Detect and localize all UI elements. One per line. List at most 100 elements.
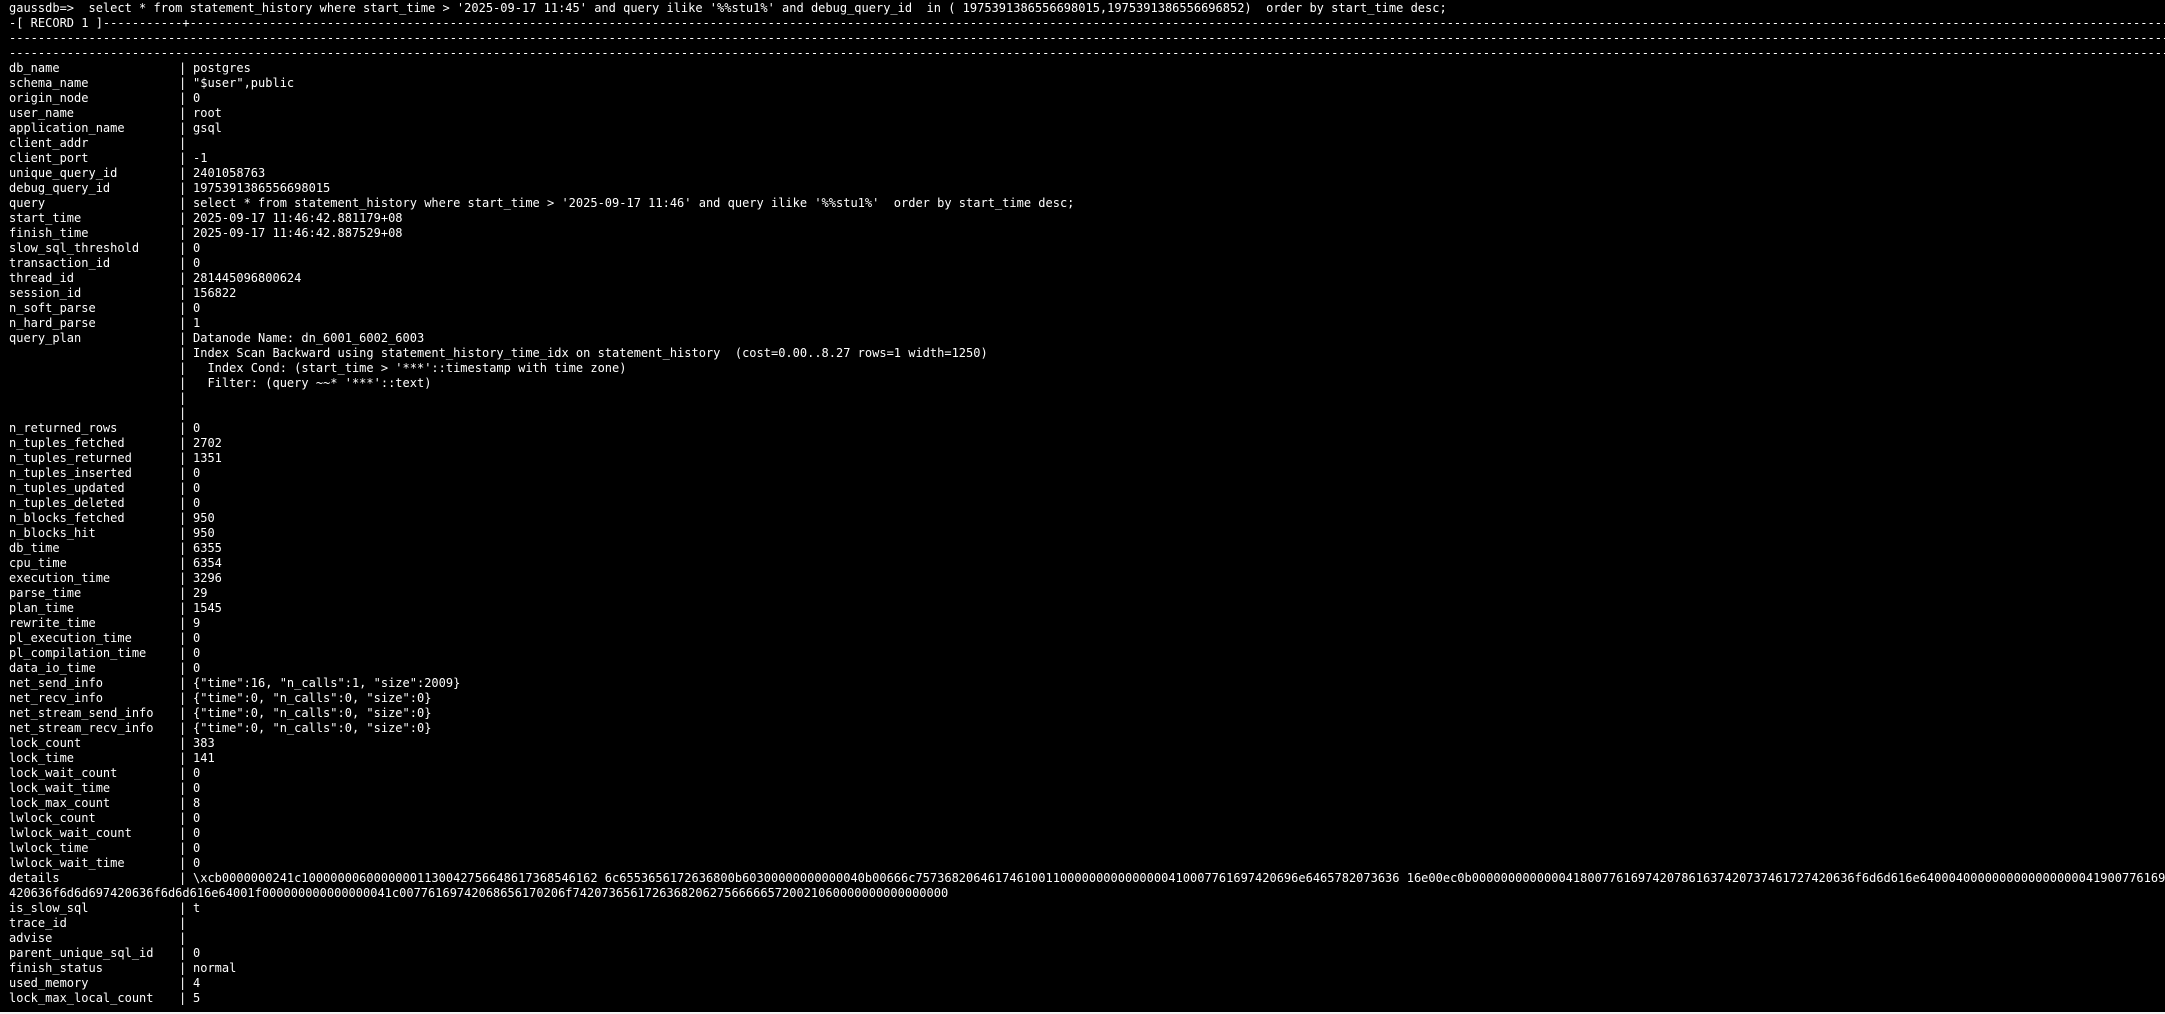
- column-separator: |: [179, 976, 194, 990]
- column-separator: |: [179, 481, 194, 495]
- field-value: 0: [193, 421, 201, 435]
- query-plan-line: | Index Scan Backward using statement_hi…: [9, 346, 2165, 361]
- column-separator: |: [179, 76, 194, 90]
- field-name: execution_time: [9, 571, 111, 585]
- field-value: 0: [193, 841, 201, 855]
- field-value: 156822: [193, 286, 237, 300]
- field-row: lock_count | 383: [9, 736, 2165, 751]
- field-value: 950: [193, 526, 215, 540]
- field-value: {"time":0, "n_calls":0, "size":0}: [193, 706, 432, 720]
- column-separator: |: [179, 811, 194, 825]
- column-separator: |: [179, 256, 194, 270]
- field-name: cpu_time: [9, 556, 67, 570]
- field-name: parse_time: [9, 586, 82, 600]
- field-row: session_id | 156822: [9, 286, 2165, 301]
- column-separator: |: [179, 676, 194, 690]
- field-name: net_send_info: [9, 676, 103, 690]
- query-plan-line: |: [9, 391, 2165, 406]
- field-row: debug_query_id | 1975391386556698015: [9, 181, 2165, 196]
- column-separator: |: [179, 631, 194, 645]
- field-row: lock_max_local_count | 5: [9, 991, 2165, 1006]
- field-value: 0: [193, 631, 201, 645]
- field-value: "$user",public: [193, 76, 295, 90]
- column-separator: |: [179, 286, 194, 300]
- field-row: lock_max_count | 8: [9, 796, 2165, 811]
- field-row: origin_node | 0: [9, 91, 2165, 106]
- field-name: lock_time: [9, 751, 75, 765]
- field-name: details: [9, 871, 60, 885]
- field-row: details | \xcb0000000241c1000000060000000…: [9, 871, 2165, 886]
- field-value: 6354: [193, 556, 222, 570]
- field-row: trace_id |: [9, 916, 2165, 931]
- field-row: n_hard_parse | 1: [9, 316, 2165, 331]
- field-name-empty: [9, 391, 179, 406]
- field-value: 383: [193, 736, 215, 750]
- field-name: net_recv_info: [9, 691, 103, 705]
- query-plan-text: Filter: (query ~~* '***'::text): [193, 376, 432, 390]
- field-row: finish_time | 2025-09-17 11:46:42.887529+…: [9, 226, 2165, 241]
- record-fields: is_slow_sql | t trace_id | advise | parent_u…: [9, 901, 2165, 1006]
- terminal-window[interactable]: gaussdb=> select * from statement_histor…: [0, 0, 2165, 1012]
- field-row: is_slow_sql | t: [9, 901, 2165, 916]
- field-value: t: [193, 901, 201, 915]
- column-separator: |: [179, 571, 194, 585]
- field-row: start_time | 2025-09-17 11:46:42.881179+0…: [9, 211, 2165, 226]
- field-value: 0: [193, 466, 201, 480]
- column-separator: |: [179, 841, 194, 855]
- field-value: 1351: [193, 451, 222, 465]
- column-separator: |: [179, 931, 194, 945]
- field-row: pl_execution_time | 0: [9, 631, 2165, 646]
- field-value: 9: [193, 616, 201, 630]
- field-name: n_blocks_fetched: [9, 511, 125, 525]
- field-value: 0: [193, 811, 201, 825]
- column-separator: |: [179, 301, 194, 315]
- field-name: slow_sql_threshold: [9, 241, 140, 255]
- field-name: lock_wait_count: [9, 766, 118, 780]
- field-value: 0: [193, 661, 201, 675]
- column-separator: |: [179, 616, 194, 630]
- column-separator: |: [179, 436, 194, 450]
- field-name: pl_execution_time: [9, 631, 132, 645]
- column-separator: |: [179, 691, 194, 705]
- field-name: n_tuples_updated: [9, 481, 125, 495]
- column-separator: |: [179, 871, 194, 885]
- field-name: lwlock_wait_time: [9, 856, 125, 870]
- column-separator: |: [179, 916, 194, 930]
- field-value: 0: [193, 496, 201, 510]
- field-row: net_stream_send_info | {"time":0, "n_call…: [9, 706, 2165, 721]
- field-row: thread_id | 281445096800624: [9, 271, 2165, 286]
- field-row: n_returned_rows | 0: [9, 421, 2165, 436]
- column-separator: |: [179, 391, 194, 405]
- column-separator: |: [179, 826, 194, 840]
- column-separator: |: [179, 721, 194, 735]
- column-separator: |: [179, 496, 194, 510]
- column-separator: |: [179, 901, 194, 915]
- column-separator: |: [179, 946, 194, 960]
- query-plan-line: |: [9, 406, 2165, 421]
- field-row: advise |: [9, 931, 2165, 946]
- field-value: gsql: [193, 121, 222, 135]
- field-value: -1: [193, 151, 208, 165]
- column-separator: |: [179, 271, 194, 285]
- field-value: 1545: [193, 601, 222, 615]
- field-value: 0: [193, 241, 201, 255]
- column-separator: |: [179, 511, 194, 525]
- column-separator: |: [179, 601, 194, 615]
- field-value: 281445096800624: [193, 271, 302, 285]
- field-name: query_plan: [9, 331, 82, 345]
- field-row: n_tuples_fetched | 2702: [9, 436, 2165, 451]
- field-row: plan_time | 1545: [9, 601, 2165, 616]
- field-name: finish_time: [9, 226, 89, 240]
- field-row: query_plan | Datanode Name: dn_6001_6002_…: [9, 331, 2165, 346]
- field-name: application_name: [9, 121, 125, 135]
- field-value: 0: [193, 766, 201, 780]
- record-fields: db_name | postgres schema_name | "$user",pu…: [9, 61, 2165, 346]
- field-value: 1: [193, 316, 201, 330]
- column-separator: |: [179, 241, 194, 255]
- field-name: pl_compilation_time: [9, 646, 147, 660]
- column-separator: |: [179, 421, 194, 435]
- field-name: user_name: [9, 106, 75, 120]
- column-separator: |: [179, 781, 194, 795]
- field-name: parent_unique_sql_id: [9, 946, 154, 960]
- column-separator: |: [179, 226, 194, 240]
